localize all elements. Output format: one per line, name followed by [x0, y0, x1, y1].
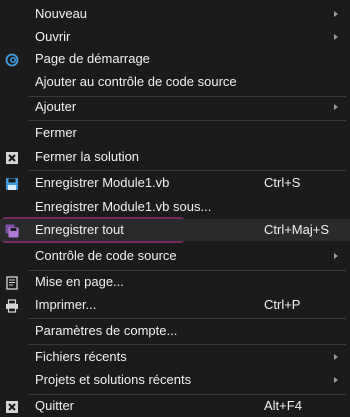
menu-item-shortcut: Ctrl+S: [264, 175, 301, 190]
submenu-arrow-icon: [334, 34, 338, 40]
menu-item-fermer[interactable]: Fermer: [0, 122, 350, 144]
menu-item-page-de-demarrage[interactable]: Page de démarrage: [0, 48, 350, 70]
menu-item-ajouter-controle-code-source[interactable]: Ajouter au contrôle de code source: [0, 71, 350, 93]
submenu-arrow-icon: [334, 11, 338, 17]
start-page-icon: [5, 52, 19, 67]
menu-item-ajouter[interactable]: Ajouter: [0, 96, 350, 118]
menu-item-shortcut: Alt+F4: [264, 398, 302, 413]
menu-separator: [28, 318, 346, 319]
exit-icon: [5, 399, 19, 413]
menu-item-nouveau[interactable]: Nouveau: [0, 3, 350, 25]
menu-item-label: Quitter: [35, 398, 75, 413]
submenu-arrow-icon: [334, 354, 338, 360]
submenu-arrow-icon: [334, 104, 338, 110]
menu-item-label: Page de démarrage: [35, 51, 150, 66]
menu-separator: [28, 170, 346, 171]
menu-item-enregistrer-module-sous[interactable]: Enregistrer Module1.vb sous...: [0, 196, 350, 218]
menu-item-label: Mise en page...: [35, 274, 124, 289]
submenu-arrow-icon: [334, 377, 338, 383]
menu-item-label: Paramètres de compte...: [35, 323, 178, 338]
menu-item-mise-en-page[interactable]: Mise en page...: [0, 271, 350, 293]
menu-item-enregistrer-module[interactable]: Enregistrer Module1.vb Ctrl+S: [0, 172, 350, 194]
menu-item-projets-solutions-recents[interactable]: Projets et solutions récents: [0, 369, 350, 391]
submenu-arrow-icon: [334, 253, 338, 259]
menu-item-enregistrer-tout[interactable]: Enregistrer tout Ctrl+Maj+S: [0, 219, 350, 241]
menu-item-quitter[interactable]: Quitter Alt+F4: [0, 395, 350, 417]
menu-item-label: Projets et solutions récents: [35, 372, 192, 387]
menu-item-label: Fermer: [35, 125, 77, 140]
menu-item-imprimer[interactable]: Imprimer... Ctrl+P: [0, 294, 350, 316]
menu-item-label: Enregistrer tout: [35, 222, 124, 237]
menu-item-ouvrir[interactable]: Ouvrir: [0, 26, 350, 48]
menu-item-shortcut: Ctrl+Maj+S: [264, 222, 330, 237]
menu-separator: [28, 344, 346, 345]
menu-item-label: Enregistrer Module1.vb: [35, 175, 170, 190]
save-all-icon: [5, 223, 19, 238]
menu-item-shortcut: Ctrl+P: [264, 297, 301, 312]
menu-item-label: Contrôle de code source: [35, 248, 177, 263]
menu-item-parametres-de-compte[interactable]: Paramètres de compte...: [0, 320, 350, 342]
menu-item-label: Fichiers récents: [35, 349, 127, 364]
menu-item-controle-code-source[interactable]: Contrôle de code source: [0, 245, 350, 267]
file-menu: Nouveau Ouvrir Page de démarrage Ajouter…: [0, 0, 350, 417]
menu-item-fichiers-recents[interactable]: Fichiers récents: [0, 346, 350, 368]
menu-item-label: Ajouter: [35, 99, 77, 114]
save-icon: [5, 176, 19, 190]
menu-item-fermer-la-solution[interactable]: Fermer la solution: [0, 146, 350, 168]
menu-item-label: Nouveau: [35, 6, 88, 21]
page-setup-icon: [5, 275, 19, 290]
menu-item-label: Ouvrir: [35, 29, 71, 44]
menu-item-label: Fermer la solution: [35, 149, 140, 164]
menu-item-label: Imprimer...: [35, 297, 97, 312]
menu-item-label: Enregistrer Module1.vb sous...: [35, 199, 212, 214]
print-icon: [5, 298, 19, 313]
menu-item-label: Ajouter au contrôle de code source: [35, 74, 237, 89]
menu-separator: [28, 120, 346, 121]
close-solution-icon: [5, 150, 19, 164]
